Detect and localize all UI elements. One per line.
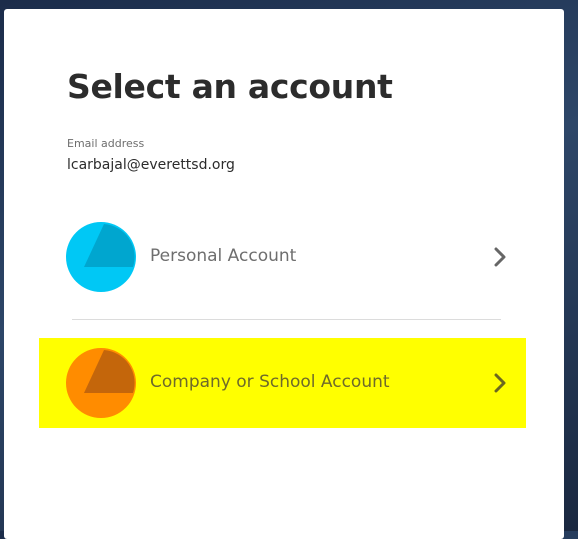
divider: [72, 319, 501, 320]
chevron-right-icon: [494, 373, 506, 393]
personal-account-option[interactable]: Personal Account: [39, 212, 526, 302]
personal-account-icon: [66, 222, 136, 292]
company-or-school-account-option[interactable]: Company or School Account: [39, 338, 526, 428]
page-title: Select an account: [67, 67, 393, 106]
email-value: lcarbajal@everettsd.org: [67, 157, 235, 173]
account-selection-card: Select an account Email address lcarbaja…: [4, 9, 564, 539]
company-account-icon: [66, 348, 136, 418]
company-account-label: Company or School Account: [150, 372, 390, 392]
personal-account-label: Personal Account: [150, 246, 297, 266]
email-label: Email address: [67, 137, 145, 150]
chevron-right-icon: [494, 247, 506, 267]
